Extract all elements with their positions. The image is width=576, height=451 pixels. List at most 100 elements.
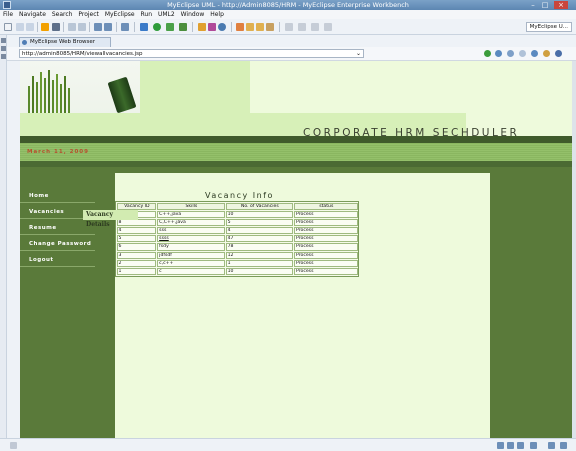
forward-icon[interactable] [507,50,514,57]
stop-icon[interactable] [519,50,526,57]
header-divider [20,136,572,143]
layout-icon[interactable] [121,23,129,31]
nav-resume[interactable]: Resume [20,221,95,235]
server-icon[interactable] [52,23,60,31]
tab-label: MyEclipse Web Browser [30,39,96,45]
skills-cell: fsdy [157,243,225,251]
status-cell: Process [294,251,358,259]
vacancy-id-cell[interactable]: 3 [116,251,157,259]
status-cell: Process [294,268,358,276]
run-as-icon[interactable] [166,23,174,31]
menu-myeclipse[interactable]: MyEclipse [105,10,135,19]
menu-window[interactable]: Window [181,10,205,19]
editor-tab-row: MyEclipse Web Browser [7,37,576,47]
restore-icon[interactable] [1,38,6,43]
status-icon[interactable] [507,442,514,449]
chevron-down-icon[interactable]: ⌄ [356,50,361,57]
minimize-button[interactable]: – [528,1,538,9]
vacancy-id-cell[interactable]: 4 [116,227,157,235]
table-header-row: Vacancy ID Skills No. of Vacancies statu… [116,202,358,210]
menu-navigate[interactable]: Navigate [19,10,46,19]
open-type-icon[interactable] [198,23,206,31]
vertical-scrollbar[interactable] [572,61,576,438]
settings-icon[interactable] [555,50,562,57]
nav-home[interactable]: Home [20,189,95,203]
menu-run[interactable]: Run [141,10,153,19]
status-cell: Process [294,227,358,235]
vacancy-id-cell[interactable]: 6 [116,243,157,251]
content-left-band [95,167,115,438]
vacancy-info-title: Vacancy Info [205,191,274,200]
pencil-icon[interactable] [266,23,274,31]
table-row: 6 fsdy 78 Process [116,243,358,251]
menu-file[interactable]: File [3,10,13,19]
external-tools-icon[interactable] [179,23,187,31]
count-cell: 5 [225,218,294,227]
header-status: status [294,202,358,210]
refresh-icon[interactable] [531,50,538,57]
menu-help[interactable]: Help [210,10,224,19]
forward-icon[interactable] [324,23,332,31]
vacancy-id-cell[interactable]: 1 [116,268,157,276]
toolbar: MyEclipse U... [0,19,576,35]
close-button[interactable]: × [554,1,568,9]
vacancy-details-submenu[interactable]: Vacancy Details [83,210,138,228]
status-icon[interactable] [497,442,504,449]
package-explorer-icon[interactable] [1,46,6,51]
vacancy-id-cell[interactable]: 2 [116,259,157,267]
back-icon[interactable] [311,23,319,31]
myeclipse-icon[interactable] [41,23,49,31]
current-date: March 11, 2009 [27,149,89,155]
debug-icon[interactable] [140,23,148,31]
hierarchy-icon[interactable] [1,54,6,59]
save-all-icon[interactable] [26,23,34,31]
next-annotation-icon[interactable] [298,23,306,31]
status-icon[interactable] [517,442,524,449]
left-trim-bar [0,35,7,438]
edit-icon[interactable] [78,23,86,31]
menu-project[interactable]: Project [78,10,99,19]
grid-icon[interactable] [104,23,112,31]
nav-change-password[interactable]: Change Password [20,237,95,251]
nav-logout[interactable]: Logout [20,253,95,267]
package-icon[interactable] [256,23,264,31]
status-cell: Process [294,235,358,243]
status-icon[interactable] [560,442,567,449]
run-icon[interactable] [153,23,161,31]
go-icon[interactable] [484,50,491,57]
vacancy-id-cell[interactable]: 5 [116,235,157,243]
deploy-icon[interactable] [94,23,102,31]
toolbar-separator [279,22,280,32]
skills-cell: sss [157,227,225,235]
perspective-switcher[interactable]: MyEclipse U... [525,22,572,32]
tab-web-browser[interactable]: MyEclipse Web Browser [19,37,111,47]
maximize-button[interactable]: □ [540,1,550,9]
table-row: 2 c,c++ 1 Process [116,259,358,267]
status-icon[interactable] [548,442,555,449]
print-icon[interactable] [68,23,76,31]
url-input[interactable]: http://admin8085/HRM/viewallvacancies.js… [19,49,364,58]
table-row: 4 sss 4 Process [116,227,358,235]
bookmark-icon[interactable] [543,50,550,57]
count-cell: 10 [225,210,294,218]
right-panel [490,167,572,438]
save-icon[interactable] [16,23,24,31]
menu-search[interactable]: Search [52,10,73,19]
web-page: CORPORATE HRM SECHDULER March 11, 2009 H… [20,61,572,438]
wizard-icon[interactable] [236,23,244,31]
fast-view-icon[interactable] [10,442,17,449]
folder-icon[interactable] [246,23,254,31]
new-icon[interactable] [4,23,12,31]
skills-cell: c,c++ [157,259,225,267]
menu-uml2[interactable]: UML2 [158,10,175,19]
skills-cell: C++,java [157,210,225,218]
back-icon[interactable] [495,50,502,57]
open-resource-icon[interactable] [208,23,216,31]
count-cell: 78 [225,243,294,251]
window-title: MyEclipse UML - http://Admin8085/HRM - M… [167,1,409,9]
url-text: http://admin8085/HRM/viewallvacancies.js… [22,51,143,57]
search-icon[interactable] [218,23,226,31]
date-bar: March 11, 2009 [20,143,572,161]
status-icon[interactable] [530,442,537,449]
annotation-icon[interactable] [285,23,293,31]
